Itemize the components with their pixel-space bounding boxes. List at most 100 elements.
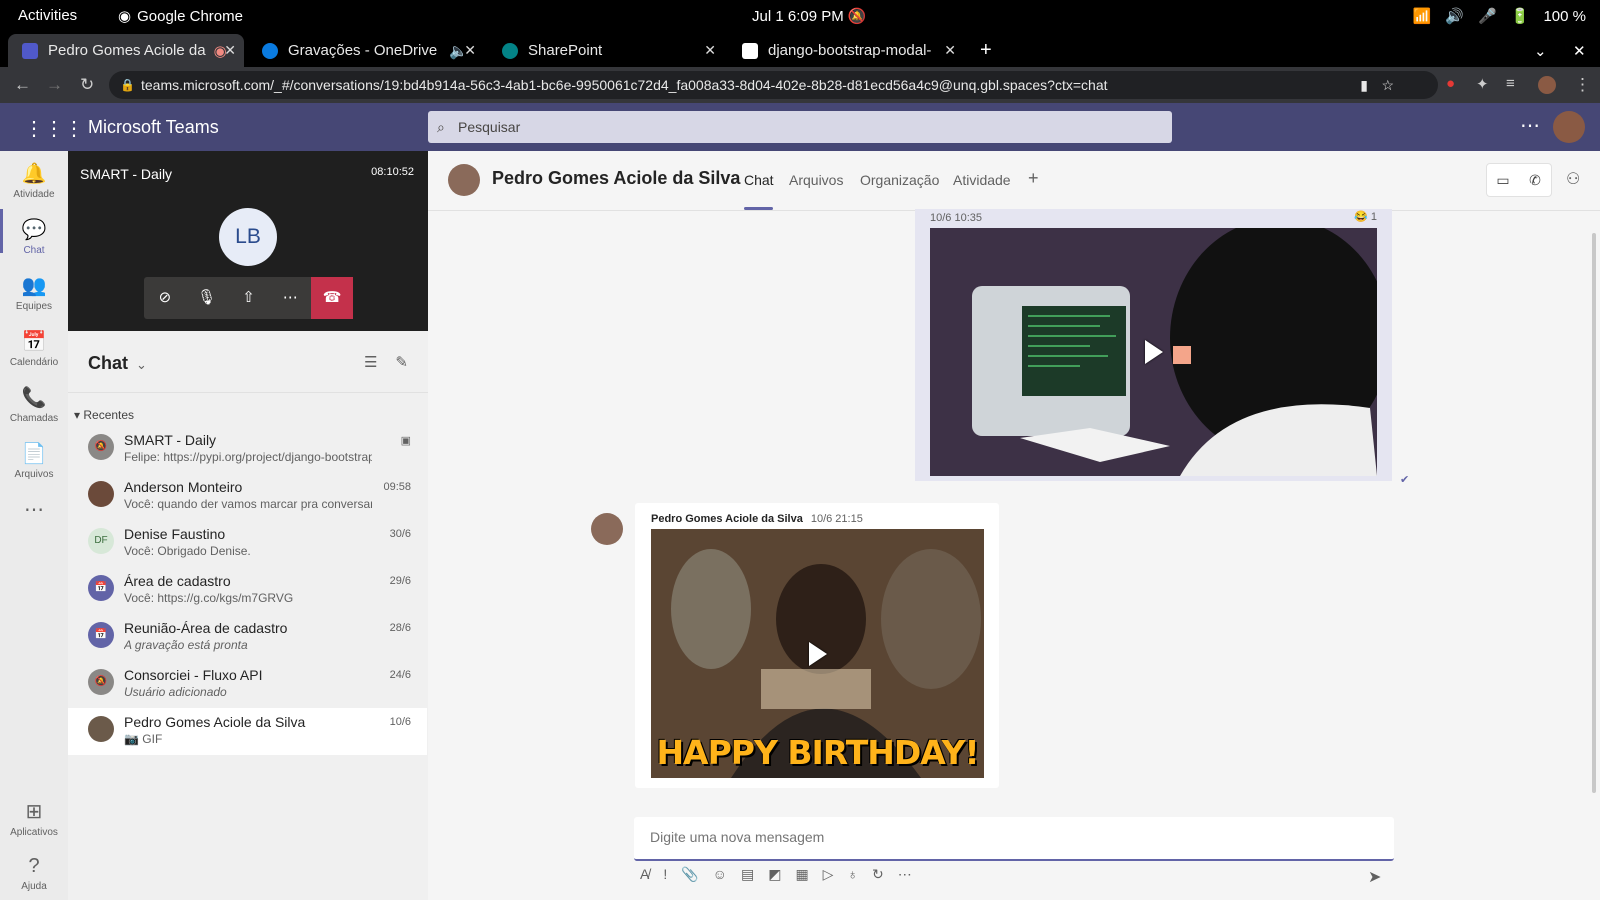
share-screen-icon[interactable]: ⇧ bbox=[228, 277, 270, 319]
message-sent[interactable]: 10/6 10:35 😂 1 bbox=[915, 209, 1392, 481]
tab-chat[interactable]: Chat bbox=[744, 172, 774, 188]
contact-avatar[interactable] bbox=[448, 164, 480, 196]
star-icon[interactable]: ☆ bbox=[1381, 71, 1394, 99]
tab-search-icon[interactable]: ⌄ bbox=[1530, 34, 1560, 67]
more-options-icon[interactable]: ⋯ bbox=[898, 866, 912, 883]
add-tab-icon[interactable]: + bbox=[1028, 168, 1039, 189]
camera-off-icon[interactable]: ⊘ bbox=[144, 277, 186, 319]
chat-preview: Você: Obrigado Denise. bbox=[124, 544, 251, 558]
app-menu[interactable]: ◉ Google Chrome bbox=[118, 7, 243, 26]
reload-icon[interactable]: ↻ bbox=[80, 75, 94, 95]
window-close-icon[interactable]: ✕ bbox=[1565, 34, 1595, 67]
play-icon[interactable] bbox=[1144, 340, 1163, 364]
user-avatar[interactable] bbox=[1553, 111, 1585, 143]
app-launcher-icon[interactable]: ⋮⋮⋮ bbox=[24, 116, 84, 141]
media-icon[interactable]: ≡ bbox=[1506, 75, 1515, 92]
sender-avatar[interactable] bbox=[591, 513, 623, 545]
filter-icon[interactable]: ☰ bbox=[364, 353, 377, 371]
more-options-icon[interactable]: ⋯ bbox=[269, 277, 311, 319]
battery-level: 100 % bbox=[1543, 7, 1586, 25]
new-chat-icon[interactable]: ✎ bbox=[395, 353, 408, 371]
chat-row[interactable]: 📅 Área de cadastro Você: https://g.co/kg… bbox=[68, 567, 427, 614]
chat-row[interactable]: DF Denise Faustino Você: Obrigado Denise… bbox=[68, 520, 427, 567]
tab-files[interactable]: Arquivos bbox=[789, 172, 843, 188]
close-tab-icon[interactable]: ✕ bbox=[944, 42, 956, 59]
volume-icon: 🔊 bbox=[1445, 8, 1465, 25]
github-favicon-icon bbox=[742, 42, 758, 59]
emoji-icon[interactable]: ☺ bbox=[713, 866, 727, 883]
audio-call-icon[interactable]: ✆ bbox=[1519, 164, 1551, 196]
rail-calls[interactable]: 📞 Chamadas bbox=[0, 385, 68, 424]
scrollbar[interactable] bbox=[1592, 233, 1596, 793]
praise-icon[interactable]: ♁ bbox=[847, 866, 858, 883]
video-call-icon[interactable]: ▭ bbox=[1487, 164, 1519, 196]
gif-birthday[interactable]: HAPPY BIRTHDAY! bbox=[651, 529, 984, 778]
reaction[interactable]: 😂 1 bbox=[1354, 210, 1377, 223]
sticker-icon[interactable]: ◩ bbox=[768, 866, 781, 883]
message-input[interactable] bbox=[634, 817, 1334, 857]
camera-icon[interactable]: ▮ bbox=[1360, 71, 1368, 99]
rail-files[interactable]: 📄 Arquivos bbox=[0, 441, 68, 480]
rail-more-icon[interactable]: ⋯ bbox=[0, 497, 68, 522]
gif-computer[interactable] bbox=[930, 228, 1377, 476]
mic-off-icon[interactable]: 🎙 bbox=[186, 277, 228, 319]
address-bar[interactable]: 🔒 teams.microsoft.com/_#/conversations/1… bbox=[109, 71, 1438, 99]
close-tab-icon[interactable]: ✕ bbox=[464, 42, 476, 59]
rail-teams[interactable]: 👥 Equipes bbox=[0, 273, 68, 312]
chat-row[interactable]: 🔕 SMART - Daily Felipe: https://pypi.org… bbox=[68, 426, 427, 473]
rail-label: Atividade bbox=[13, 189, 55, 200]
message-received[interactable]: Pedro Gomes Aciole da Silva 10/6 21:15 HA… bbox=[635, 503, 999, 788]
schedule-meeting-icon[interactable]: ▦ bbox=[795, 866, 808, 883]
rail-calendar[interactable]: 📅 Calendário bbox=[0, 329, 68, 368]
chat-row[interactable]: Anderson Monteiro Você: quando der vamos… bbox=[68, 473, 427, 520]
rail-help[interactable]: ? Ajuda bbox=[0, 855, 68, 892]
extension-icon[interactable]: ● bbox=[1446, 75, 1455, 92]
send-icon[interactable]: ➤ bbox=[1368, 867, 1381, 887]
more-options-icon[interactable]: ⋯ bbox=[1520, 113, 1540, 138]
menu-icon[interactable]: ⋮ bbox=[1574, 75, 1591, 95]
tab-teams[interactable]: Pedro Gomes Aciole da ◉ ✕ bbox=[8, 34, 244, 67]
clock[interactable]: Jul 1 6:09 PM 🔕 bbox=[752, 7, 867, 25]
attach-icon[interactable]: 📎 bbox=[681, 866, 698, 883]
chat-row[interactable]: 📅 Reunião-Área de cadastro A gravação es… bbox=[68, 614, 427, 661]
chat-preview: Usuário adicionado bbox=[124, 685, 227, 699]
chat-list-header[interactable]: Chat ⌄ bbox=[88, 353, 147, 374]
tab-organization[interactable]: Organização bbox=[860, 172, 939, 188]
gif-icon[interactable]: ▤ bbox=[741, 866, 754, 883]
puzzle-icon[interactable]: ✦ bbox=[1476, 75, 1489, 93]
url-text: teams.microsoft.com/_#/conversations/19:… bbox=[141, 77, 1108, 93]
tab-activity[interactable]: Atividade bbox=[953, 172, 1011, 188]
format-icon[interactable]: A̸ bbox=[640, 866, 649, 883]
activities-button[interactable]: Activities bbox=[18, 7, 77, 24]
chat-date: 30/6 bbox=[389, 528, 411, 540]
tab-django[interactable]: django-bootstrap-modal- ✕ bbox=[728, 34, 964, 67]
tab-sharepoint[interactable]: SharePoint ✕ bbox=[488, 34, 724, 67]
rail-apps[interactable]: ⊞ Aplicativos bbox=[0, 799, 68, 838]
compose-box[interactable] bbox=[634, 817, 1394, 861]
search-input[interactable]: ⌕ Pesquisar bbox=[428, 111, 1172, 143]
conversation-header: Pedro Gomes Aciole da Silva Chat Arquivo… bbox=[428, 151, 1600, 211]
rail-chat[interactable]: 💬 Chat bbox=[0, 217, 68, 256]
chat-row-selected[interactable]: Pedro Gomes Aciole da Silva 📷 GIF 10/6 bbox=[68, 708, 427, 755]
rail-activity[interactable]: 🔔 Atividade bbox=[0, 161, 68, 200]
tab-onedrive[interactable]: Gravações - OneDrive 🔈 ✕ bbox=[248, 34, 484, 67]
important-icon[interactable]: ! bbox=[663, 866, 667, 883]
new-tab-button[interactable]: + bbox=[970, 34, 1006, 67]
play-icon[interactable] bbox=[808, 641, 827, 666]
system-tray[interactable]: 📶 🔊 🎤 🔋 100 % bbox=[1413, 7, 1586, 26]
add-people-icon[interactable]: ⚇ bbox=[1566, 169, 1580, 189]
profile-avatar[interactable] bbox=[1538, 76, 1556, 94]
back-icon[interactable]: ← bbox=[14, 75, 31, 95]
chat-name: Anderson Monteiro bbox=[124, 479, 243, 495]
chat-row[interactable]: 🔕 Consorciei - Fluxo API Usuário adicion… bbox=[68, 661, 427, 708]
loop-icon[interactable]: ↻ bbox=[872, 866, 884, 883]
chat-preview: Você: quando der vamos marcar pra conver… bbox=[124, 497, 372, 511]
stream-icon[interactable]: ▷ bbox=[823, 866, 834, 883]
file-icon: 📄 bbox=[21, 443, 47, 465]
close-tab-icon[interactable]: ✕ bbox=[704, 42, 716, 59]
forward-icon[interactable]: → bbox=[46, 75, 63, 95]
close-tab-icon[interactable]: ✕ bbox=[224, 42, 236, 59]
section-recent[interactable]: ▾ Recentes bbox=[74, 408, 134, 422]
hang-up-icon[interactable]: ☎ bbox=[311, 277, 353, 319]
call-window[interactable]: SMART - Daily 08:10:52 LB ⊘ 🎙 ⇧ ⋯ ☎ bbox=[68, 151, 428, 331]
